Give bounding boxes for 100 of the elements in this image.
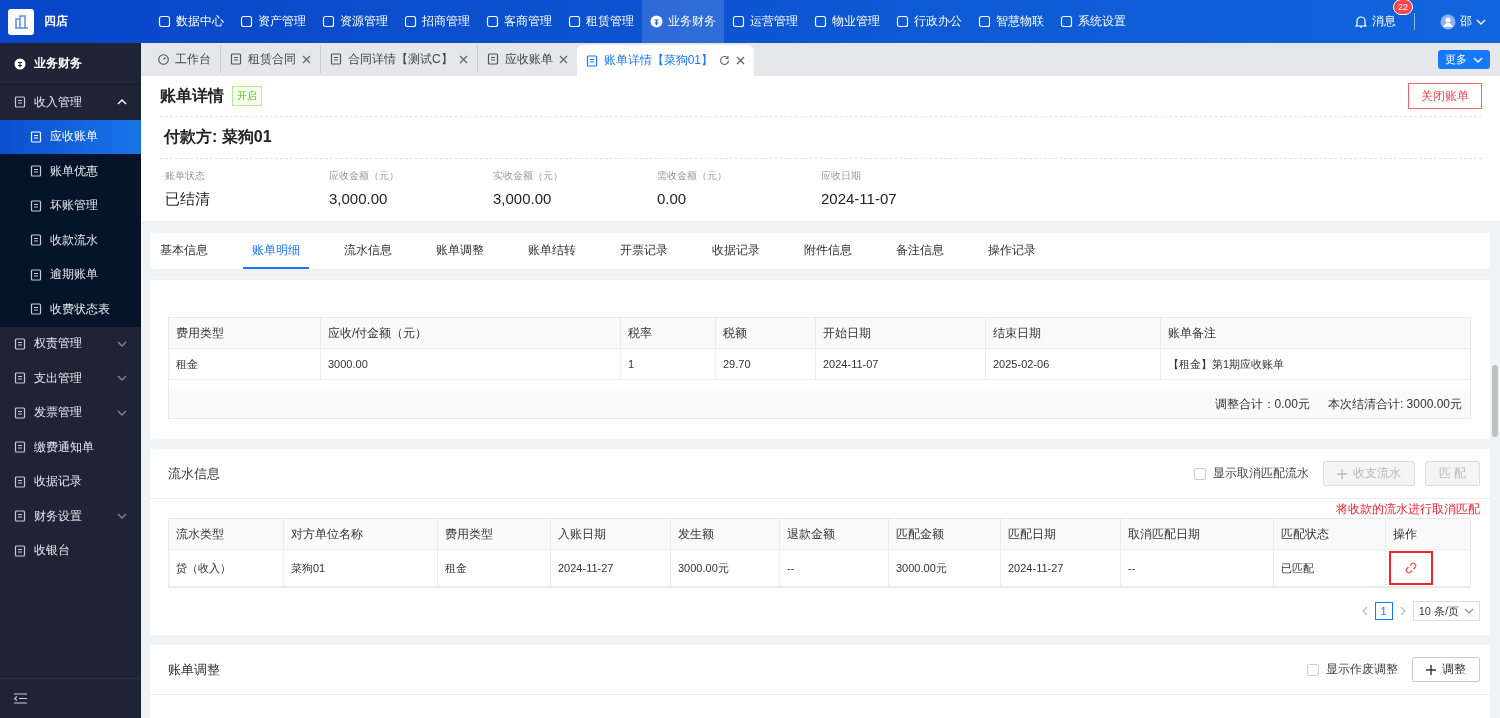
nav-item[interactable]: 资源管理	[314, 0, 396, 43]
table-cell: 2024-11-27	[1001, 550, 1121, 586]
column-header: 匹配状态	[1274, 519, 1386, 549]
nav-item[interactable]: 招商管理	[396, 0, 478, 43]
scrollbar[interactable]	[1492, 365, 1498, 437]
menu-item[interactable]: 支出管理	[0, 361, 141, 396]
submenu-item[interactable]: 账单优惠	[0, 154, 141, 189]
stat-label: 需收金额（元）	[657, 169, 728, 183]
table-cell: 3000.00元	[889, 550, 1001, 586]
tab[interactable]: 收据记录	[703, 233, 769, 269]
column-header: 费用类型	[438, 519, 551, 549]
document-icon	[30, 165, 42, 178]
nav-item[interactable]: 业务财务	[642, 0, 724, 43]
chevron-left-icon	[1361, 606, 1368, 616]
document-icon	[30, 130, 42, 143]
nav-item[interactable]: 行政办公	[888, 0, 970, 43]
document-icon	[585, 54, 598, 67]
tab[interactable]: 流水信息	[335, 233, 401, 269]
tab[interactable]: 账单调整	[427, 233, 493, 269]
status-tag: 开启	[232, 86, 262, 106]
checkbox[interactable]: 显示作废调整	[1307, 661, 1398, 678]
checkbox[interactable]: 显示取消匹配流水	[1193, 465, 1309, 482]
document-icon	[230, 53, 242, 65]
tab[interactable]: 账单结转	[519, 233, 585, 269]
document-icon	[14, 96, 26, 109]
unlink-button[interactable]	[1405, 562, 1417, 574]
column-header: 发生额	[671, 519, 780, 549]
nav-item[interactable]: 系统设置	[1052, 0, 1134, 43]
column-header: 应收/付金额（元）	[321, 318, 621, 348]
tab[interactable]: 应收账单	[476, 45, 577, 73]
menu-item[interactable]: 财务设置	[0, 499, 141, 534]
chevron-down-icon	[1464, 608, 1474, 614]
column-header: 账单备注	[1167, 324, 1217, 342]
document-icon	[486, 53, 499, 65]
tab[interactable]: 基本信息	[151, 233, 217, 269]
outline-icon	[486, 15, 499, 28]
tab[interactable]: 备注信息	[887, 233, 953, 269]
menu-item[interactable]: 收据记录	[0, 464, 141, 499]
nav-item[interactable]: 租赁管理	[560, 0, 642, 43]
menu-item[interactable]: 收银台	[0, 533, 141, 568]
summary-text: 本次结清合计: 3000.00元	[1327, 395, 1462, 413]
summary-text: 调整合计：0.00元	[1214, 395, 1310, 413]
outline-icon	[1060, 15, 1073, 28]
nav-item[interactable]: 资产管理	[232, 0, 314, 43]
tab[interactable]: 操作记录	[979, 233, 1045, 269]
tab[interactable]: 租赁合同	[220, 45, 320, 73]
submenu-item[interactable]: 收费状态表	[0, 292, 141, 327]
tab[interactable]: 开票记录	[611, 233, 677, 269]
document-icon	[14, 544, 26, 557]
submenu-item[interactable]: 坏账管理	[0, 188, 141, 223]
coin-icon	[650, 15, 663, 28]
document-icon	[14, 372, 26, 385]
nav-item[interactable]: 智慧物联	[970, 0, 1052, 43]
tab[interactable]: 工作台	[149, 45, 220, 73]
page-size-select[interactable]: 10 条/页	[1412, 601, 1480, 621]
tab[interactable]: 附件信息	[795, 233, 861, 269]
document-icon	[14, 475, 26, 488]
outline-icon	[404, 15, 417, 28]
column-header: 退款金额	[780, 519, 889, 549]
table-cell: 已匹配	[1274, 550, 1386, 586]
submenu-item[interactable]: 应收账单	[0, 119, 141, 154]
tab[interactable]: 合同详情【测试C】	[320, 45, 477, 73]
chevron-right-icon	[1399, 606, 1406, 616]
submenu-item[interactable]: 收款流水	[0, 223, 141, 258]
column-header: 税率	[621, 318, 716, 348]
stat-value: 3,000.00	[329, 190, 389, 207]
close-bill-button[interactable]: 关闭账单	[1408, 83, 1482, 109]
column-header: 对方单位名称	[284, 519, 438, 549]
user-menu[interactable]: 邵	[1440, 13, 1486, 30]
tab[interactable]: 账单详情【菜狗01】	[576, 45, 755, 76]
stat-label: 应收金额（元）	[329, 169, 400, 183]
page-button[interactable]: 1	[1374, 602, 1393, 620]
section-title: 账单调整	[168, 660, 220, 679]
adjust-button[interactable]: 调整	[1412, 657, 1480, 682]
nav-item[interactable]: 客商管理	[478, 0, 560, 43]
outline-icon	[978, 15, 991, 28]
column-header: 入账日期	[551, 519, 671, 549]
stat-label: 实收金额（元）	[493, 169, 564, 183]
document-icon	[30, 303, 42, 316]
nav-item[interactable]: 物业管理	[806, 0, 888, 43]
menu-item[interactable]: 发票管理	[0, 395, 141, 430]
column-header: 取消匹配日期	[1121, 519, 1274, 549]
document-icon	[30, 199, 42, 212]
column-header: 匹配金额	[889, 519, 1001, 549]
menu-item[interactable]: 缴费通知单	[0, 430, 141, 465]
submenu-item[interactable]: 逾期账单	[0, 257, 141, 292]
menu-item[interactable]: 收入管理	[0, 85, 141, 120]
nav-item[interactable]: 运营管理	[724, 0, 806, 43]
stat-value: 0.00	[657, 190, 688, 207]
more-button[interactable]: 更多	[1438, 50, 1490, 69]
menu-item[interactable]: 权责管理	[0, 326, 141, 361]
outline-icon	[322, 15, 335, 28]
column-header: 匹配日期	[1001, 519, 1121, 549]
table-cell: 2025-02-06	[986, 349, 1161, 379]
nav-item[interactable]: 数据中心	[150, 0, 232, 43]
document-icon	[330, 53, 342, 65]
tab[interactable]: 账单明细	[243, 233, 309, 269]
table-cell: 菜狗01	[284, 550, 438, 586]
broken-link-icon	[1405, 562, 1417, 574]
outline-icon	[568, 15, 581, 28]
